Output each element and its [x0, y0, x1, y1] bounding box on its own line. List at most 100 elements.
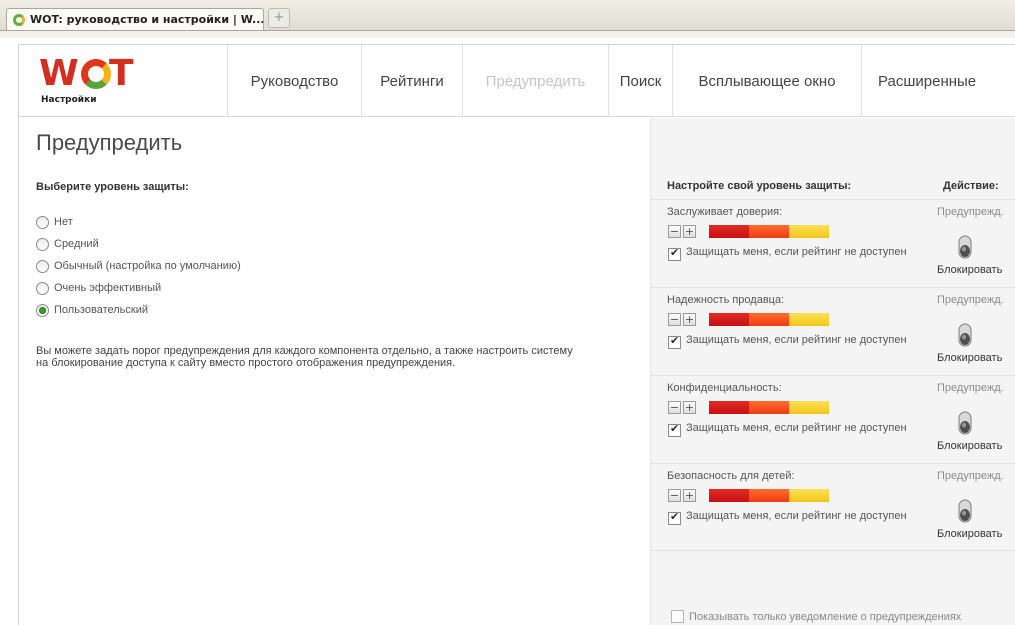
options-page: W T Настройки Руководство Рейтинги Преду… — [18, 44, 1015, 625]
toggle-switch-icon[interactable] — [957, 235, 973, 259]
action-warn-label: Предупрежд. — [937, 382, 1004, 394]
level-option-medium[interactable]: Средний — [36, 233, 241, 255]
threshold-bar[interactable] — [709, 225, 829, 238]
only-notification-row[interactable]: Показывать только уведомление о предупре… — [671, 610, 961, 623]
nav-tab-warn[interactable]: Предупредить — [462, 45, 608, 117]
action-block-label: Блокировать — [937, 440, 1003, 452]
increase-button[interactable]: + — [683, 489, 696, 502]
browser-tab[interactable]: WOT: руководство и настройки | W... — [6, 8, 264, 30]
warn-settings-main: Предупредить Выберите уровень защиты: Не… — [19, 118, 649, 625]
page-title: Предупредить — [36, 130, 183, 155]
protect-checkbox[interactable] — [668, 511, 681, 525]
radio-button[interactable] — [36, 259, 49, 273]
component-privacy: Конфиденциальность: − + Защищать меня, е… — [651, 375, 1015, 463]
wot-logo: W T Настройки — [37, 53, 134, 109]
wot-favicon-icon — [13, 13, 25, 26]
only-notification-label: Показывать только уведомление о предупре… — [689, 610, 962, 623]
protect-checkbox[interactable] — [668, 423, 681, 437]
component-trustworthiness: Заслуживает доверия: − + Защищать меня, … — [651, 199, 1015, 287]
decrease-button[interactable]: − — [668, 225, 681, 238]
protect-checkbox-row[interactable]: Защищать меня, если рейтинг не доступен — [668, 510, 908, 525]
logo-ring-icon — [81, 59, 111, 89]
nav-tab-popup[interactable]: Всплывающее окно — [672, 45, 861, 117]
threshold-stepper: − + — [668, 489, 698, 502]
level-option-very-effective[interactable]: Очень эффективный — [36, 277, 241, 299]
radio-button[interactable] — [36, 281, 49, 295]
threshold-stepper: − + — [668, 313, 698, 326]
decrease-button[interactable]: − — [668, 313, 681, 326]
logo-letter-w: W — [39, 53, 79, 94]
toggle-switch-icon[interactable] — [957, 411, 973, 435]
action-block-label: Блокировать — [937, 528, 1003, 540]
threshold-segment — [789, 313, 829, 326]
threshold-segment — [709, 401, 749, 414]
protection-level-list: Нет Средний Обычный (настройка по умолча… — [36, 211, 241, 321]
nav-tab-search[interactable]: Поиск — [608, 45, 672, 117]
description-text: Вы можете задать порог предупреждения дл… — [36, 345, 573, 369]
protect-label: Защищать меня, если рейтинг не доступен — [686, 510, 907, 522]
increase-button[interactable]: + — [683, 225, 696, 238]
only-notification-checkbox[interactable] — [671, 610, 684, 623]
protect-label: Защищать меня, если рейтинг не доступен — [686, 422, 907, 434]
radio-button[interactable] — [36, 237, 49, 251]
action-warn-label: Предупрежд. — [937, 206, 1004, 218]
radio-button-selected[interactable] — [36, 303, 49, 317]
threshold-segment — [789, 489, 829, 502]
nav-tab-ratings[interactable]: Рейтинги — [361, 45, 462, 117]
threshold-segment — [749, 401, 789, 414]
tab-strip-border — [0, 30, 1015, 38]
component-name: Безопасность для детей: — [667, 470, 795, 482]
toggle-switch-icon[interactable] — [957, 323, 973, 347]
level-option-label: Очень эффективный — [54, 282, 162, 294]
increase-button[interactable]: + — [683, 401, 696, 414]
tab-title: WOT: руководство и настройки | W... — [30, 13, 263, 26]
protect-checkbox-row[interactable]: Защищать меня, если рейтинг не доступен — [668, 246, 908, 261]
action-column-header: Действие: — [943, 180, 999, 192]
level-option-label: Пользовательский — [54, 304, 148, 316]
threshold-bar[interactable] — [709, 489, 829, 502]
threshold-stepper: − + — [668, 225, 698, 238]
decrease-button[interactable]: − — [668, 401, 681, 414]
component-name: Надежность продавца: — [667, 294, 785, 306]
page-header: W T Настройки Руководство Рейтинги Преду… — [19, 45, 1015, 117]
protect-checkbox-row[interactable]: Защищать меня, если рейтинг не доступен — [668, 334, 908, 349]
threshold-segment — [709, 313, 749, 326]
level-option-custom[interactable]: Пользовательский — [36, 299, 241, 321]
main-nav: Руководство Рейтинги Предупредить Поиск … — [227, 45, 1015, 117]
nav-tab-guide[interactable]: Руководство — [227, 45, 361, 117]
threshold-segment — [709, 225, 749, 238]
panel-header: Настройте свой уровень защиты: — [667, 180, 852, 192]
threshold-segment — [709, 489, 749, 502]
threshold-segment — [749, 225, 789, 238]
level-option-label: Обычный (настройка по умолчанию) — [54, 260, 241, 272]
action-block-label: Блокировать — [937, 352, 1003, 364]
decrease-button[interactable]: − — [668, 489, 681, 502]
nav-tab-advanced[interactable]: Расширенные — [861, 45, 1015, 117]
threshold-segment — [789, 401, 829, 414]
level-option-label: Средний — [54, 238, 99, 250]
action-warn-label: Предупрежд. — [937, 470, 1004, 482]
toggle-switch-icon[interactable] — [957, 499, 973, 523]
component-name: Заслуживает доверия: — [667, 206, 783, 218]
protect-label: Защищать меня, если рейтинг не доступен — [686, 334, 907, 346]
threshold-segment — [749, 489, 789, 502]
logo-subtitle: Настройки — [41, 95, 97, 105]
protect-checkbox[interactable] — [668, 335, 681, 349]
increase-button[interactable]: + — [683, 313, 696, 326]
threshold-bar[interactable] — [709, 313, 829, 326]
protection-level-label: Выберите уровень защиты: — [36, 181, 189, 193]
level-option-label: Нет — [54, 216, 73, 228]
protect-checkbox[interactable] — [668, 247, 681, 261]
level-option-none[interactable]: Нет — [36, 211, 241, 233]
protect-checkbox-row[interactable]: Защищать меня, если рейтинг не доступен — [668, 422, 908, 437]
new-tab-button[interactable]: + — [268, 8, 290, 28]
action-block-label: Блокировать — [937, 264, 1003, 276]
action-warn-label: Предупрежд. — [937, 294, 1004, 306]
threshold-segment — [749, 313, 789, 326]
protect-label: Защищать меня, если рейтинг не доступен — [686, 246, 907, 258]
threshold-bar[interactable] — [709, 401, 829, 414]
threshold-segment — [789, 225, 829, 238]
level-option-normal[interactable]: Обычный (настройка по умолчанию) — [36, 255, 241, 277]
radio-button[interactable] — [36, 215, 49, 229]
component-name: Конфиденциальность: — [667, 382, 782, 394]
